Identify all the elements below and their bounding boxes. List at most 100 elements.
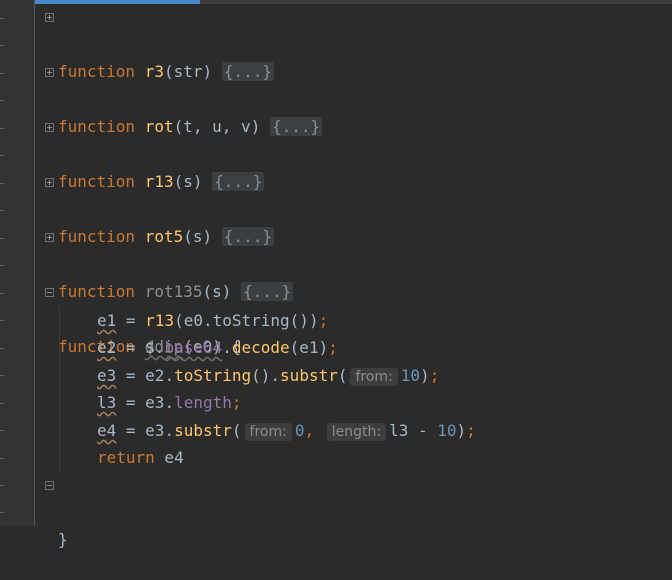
paren-open: (: [337, 366, 348, 385]
paren-open: (: [173, 117, 184, 136]
object-e3: e3.: [145, 421, 175, 440]
folded-body[interactable]: {...}: [221, 62, 274, 81]
code-line-function-ddip[interactable]: function ddip(e0) {: [35, 279, 241, 356]
call-chain: ().: [251, 366, 281, 385]
param-hint-length: length:: [326, 423, 387, 441]
paren-open: (: [163, 62, 174, 81]
semicolon: ;: [466, 421, 476, 440]
gutter-tick: [0, 45, 4, 46]
fold-expand-icon[interactable]: [45, 178, 54, 187]
gutter-tick: [0, 348, 4, 349]
fold-expand-icon[interactable]: [45, 233, 54, 242]
gutter-tick: [0, 155, 4, 156]
gutter-tick: [0, 183, 4, 184]
operator-assign: =: [116, 366, 146, 385]
paren-open: (: [202, 282, 213, 301]
gutter-tick: [0, 210, 4, 211]
call-substr: substr: [174, 421, 232, 440]
gutter-tick: [0, 293, 4, 294]
object-e2: e2.: [145, 366, 175, 385]
code-line-l3[interactable]: l3 = e3.length;: [97, 389, 242, 416]
paren-close: ): [456, 421, 467, 440]
call-r13: r13: [145, 311, 175, 330]
paren-close: ): [192, 172, 203, 191]
code-line-e4[interactable]: e4 = e3.substr(from: 0, length: l3 - 10);: [97, 417, 476, 444]
gutter-tick: [0, 73, 4, 74]
operator-assign: =: [116, 393, 146, 412]
fold-expand-icon[interactable]: [45, 68, 54, 77]
code-line-function-r13[interactable]: function r13(s) {...}: [35, 114, 265, 191]
expression: l3 -: [389, 421, 438, 440]
gutter-tick: [0, 100, 4, 101]
code-line-function-rot135[interactable]: function rot135(s) {...}: [35, 224, 294, 301]
param-hint-from: from:: [244, 423, 292, 441]
function-params: s: [192, 227, 203, 246]
gutter-tick: [0, 458, 4, 459]
gutter-tick: [0, 238, 4, 239]
code-line-e1[interactable]: e1 = r13(e0.toString());: [97, 307, 328, 334]
gutter-tick: [0, 320, 4, 321]
call-substr: substr: [280, 366, 338, 385]
folded-body[interactable]: {...}: [221, 227, 274, 246]
object-e3: e3.: [145, 393, 175, 412]
variable-e4: e4: [97, 421, 117, 440]
folded-body[interactable]: {...}: [241, 282, 294, 301]
gutter-tick: [0, 128, 4, 129]
function-params: str: [173, 62, 203, 81]
call-decode: decode: [231, 338, 290, 357]
semicolon: ;: [231, 393, 242, 412]
variable-l3: l3: [97, 393, 117, 412]
fold-expand-icon[interactable]: [45, 123, 54, 132]
operator-assign: =: [116, 421, 146, 440]
keyword-return: return: [97, 448, 155, 467]
paren-close: ): [202, 227, 213, 246]
paren-open: (: [183, 227, 193, 246]
variable-e1: e1: [97, 311, 117, 330]
gutter-tick: [0, 485, 4, 486]
number-literal: 10: [400, 366, 421, 385]
call-tostring: toString: [174, 366, 252, 385]
gutter-tick: [0, 512, 4, 513]
gutter-tick: [0, 430, 4, 431]
operator-assign: =: [116, 311, 146, 330]
operator-assign: =: [116, 338, 146, 357]
line-number-gutter[interactable]: [0, 0, 35, 526]
function-name: r13: [144, 172, 174, 191]
number-literal: 0: [294, 421, 305, 440]
folded-body[interactable]: {...}: [212, 172, 265, 191]
comma: ,: [304, 421, 315, 440]
closing-brace: }: [58, 530, 68, 549]
function-name: rot5: [144, 227, 184, 246]
number-literal: 10: [437, 421, 457, 440]
code-line-function-r3[interactable]: function r3(str) {...}: [35, 4, 274, 81]
code-line-closing-brace[interactable]: }: [35, 472, 74, 549]
property-length: length: [174, 393, 232, 412]
code-line-function-rot[interactable]: function rot(t, u, v) {...}: [35, 59, 323, 136]
code-line-e2[interactable]: e2 = $.base64.decode(e1);: [97, 334, 338, 361]
semicolon: ;: [328, 338, 338, 357]
code-editor[interactable]: function r3(str) {...} function rot(t, u…: [35, 0, 672, 549]
paren-close: ): [221, 282, 232, 301]
paren-close: ): [420, 366, 430, 385]
fold-collapse-icon[interactable]: [45, 481, 54, 490]
code-line-function-rot5[interactable]: function rot5(s) {...}: [35, 169, 274, 246]
function-params: s: [183, 172, 193, 191]
call-args: (e1): [289, 338, 329, 357]
paren-open: (: [231, 421, 242, 440]
variable-e2: e2: [97, 338, 117, 357]
gutter-tick: [0, 18, 4, 19]
gutter-tick: [0, 403, 4, 404]
function-name-unused: rot135: [144, 282, 203, 301]
code-line-e3[interactable]: e3 = e2.toString().substr(from: 10);: [97, 362, 439, 389]
dot: .: [222, 338, 232, 357]
fold-collapse-icon[interactable]: [45, 288, 54, 297]
gutter-tick: [0, 375, 4, 376]
fold-expand-icon[interactable]: [45, 13, 54, 22]
function-params: s: [212, 282, 222, 301]
semicolon: ;: [429, 366, 440, 385]
code-line-return[interactable]: return e4: [97, 444, 184, 471]
object-jquery: $.: [145, 338, 165, 357]
folded-body[interactable]: {...}: [269, 117, 323, 136]
paren-close: ): [250, 117, 261, 136]
function-name: rot: [144, 117, 174, 136]
